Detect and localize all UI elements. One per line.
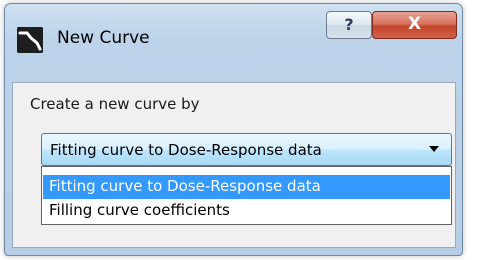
- chevron-down-icon[interactable]: [429, 146, 439, 152]
- window-title: New Curve: [57, 28, 150, 48]
- combobox-selected-value: Fitting curve to Dose-Response data: [50, 141, 322, 159]
- close-button[interactable]: X: [372, 11, 457, 39]
- option-filling-coefficients[interactable]: Filling curve coefficients: [43, 199, 450, 223]
- create-curve-prompt: Create a new curve by: [30, 95, 200, 113]
- help-button[interactable]: ?: [326, 11, 372, 39]
- curve-app-icon: [17, 27, 43, 53]
- option-fitting-dose-response[interactable]: Fitting curve to Dose-Response data: [43, 175, 450, 199]
- title-bar[interactable]: New Curve ? X: [5, 4, 462, 82]
- curve-method-dropdown-list: Fitting curve to Dose-Response data Fill…: [41, 166, 452, 225]
- close-icon: X: [407, 14, 422, 34]
- help-icon: ?: [344, 15, 354, 34]
- curve-method-combobox[interactable]: Fitting curve to Dose-Response data: [41, 133, 452, 166]
